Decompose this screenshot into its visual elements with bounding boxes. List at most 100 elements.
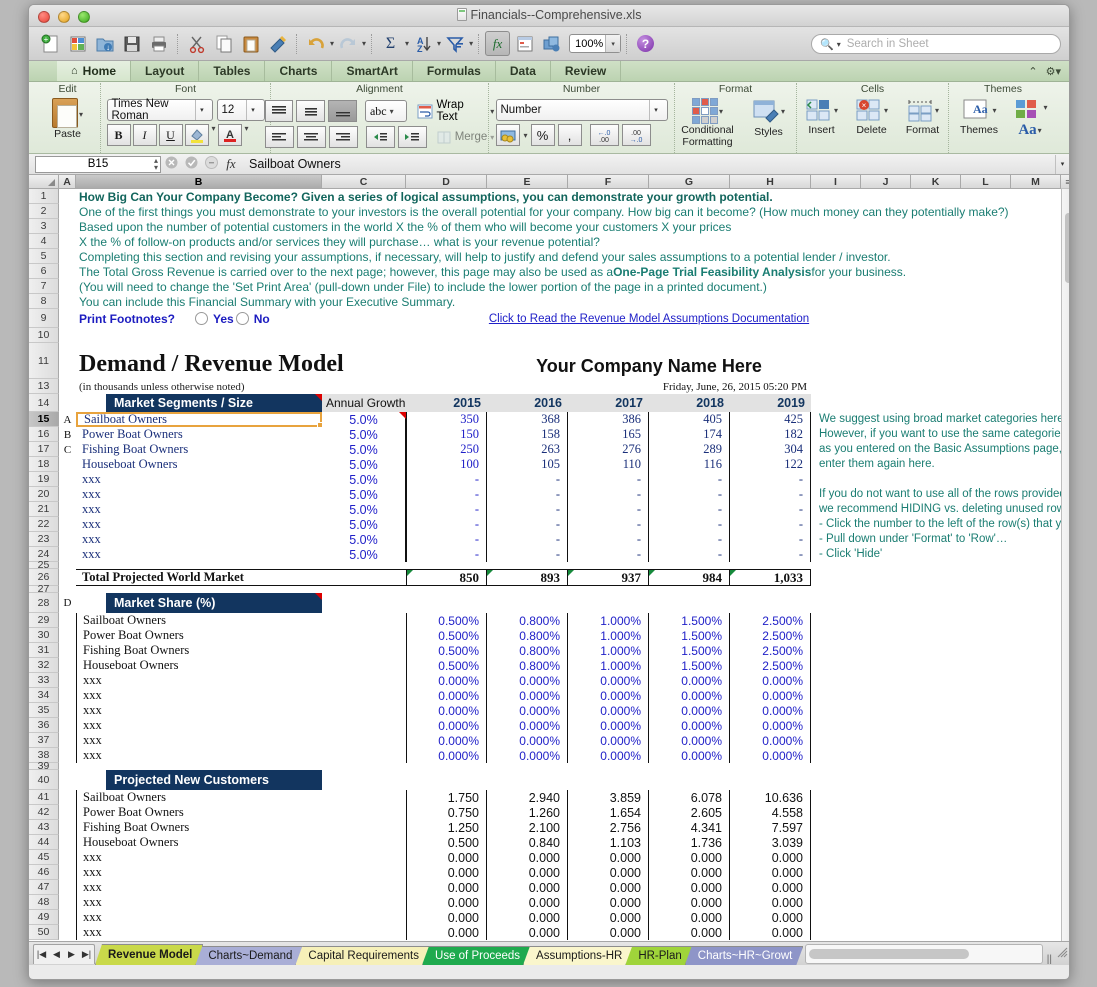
row-header[interactable]: 9: [29, 309, 59, 328]
styles-dropdown-icon[interactable]: ▾: [781, 107, 785, 116]
market-share-value[interactable]: 0.000%: [406, 688, 487, 703]
segment-name[interactable]: Sailboat Owners: [76, 412, 322, 427]
market-size-value[interactable]: -: [649, 547, 730, 562]
growth-rate[interactable]: 5.0%: [322, 547, 406, 562]
new-customers-value[interactable]: 0.000: [649, 865, 730, 880]
market-share-value[interactable]: 0.500%: [406, 658, 487, 673]
segment-letter[interactable]: [59, 457, 76, 472]
market-share-value[interactable]: 1.000%: [568, 658, 649, 673]
new-customers-value[interactable]: 6.078: [649, 790, 730, 805]
market-share-name[interactable]: Sailboat Owners: [76, 613, 322, 628]
market-share-name[interactable]: xxx: [76, 733, 322, 748]
market-share-value[interactable]: 1.000%: [568, 613, 649, 628]
new-customers-name[interactable]: Power Boat Owners: [76, 805, 322, 820]
new-customers-value[interactable]: 0.000: [568, 925, 649, 940]
market-size-value[interactable]: 350: [406, 412, 487, 427]
new-customers-name[interactable]: xxx: [76, 910, 322, 925]
market-share-value[interactable]: 0.000%: [406, 673, 487, 688]
horizontal-scroll-thumb[interactable]: [809, 949, 969, 959]
sort-dropdown-icon[interactable]: ▾: [437, 39, 441, 48]
market-size-value[interactable]: -: [568, 502, 649, 517]
market-size-value[interactable]: -: [649, 532, 730, 547]
row-header[interactable]: 41: [29, 790, 59, 805]
search-dropdown-icon[interactable]: ▾: [837, 40, 841, 49]
row-header[interactable]: 35: [29, 703, 59, 718]
row-header[interactable]: 34: [29, 688, 59, 703]
align-right-button[interactable]: [329, 126, 358, 148]
col-header-H[interactable]: H: [730, 175, 811, 189]
new-customers-value[interactable]: 0.000: [649, 880, 730, 895]
new-customers-value[interactable]: 0.000: [406, 850, 487, 865]
growth-rate[interactable]: 5.0%: [322, 487, 406, 502]
font-family-dropdown-icon[interactable]: ▾: [195, 100, 207, 120]
insert-cells-dropdown-icon[interactable]: ▾: [834, 106, 838, 115]
market-share-value[interactable]: 0.000%: [487, 688, 568, 703]
font-color-button[interactable]: A: [218, 124, 242, 146]
font-size-select[interactable]: 12 ▾: [217, 99, 265, 121]
market-share-name[interactable]: xxx: [76, 748, 322, 763]
table-header-segments[interactable]: Market Segments / Size: [106, 394, 322, 412]
market-share-value[interactable]: 0.000%: [649, 718, 730, 733]
new-customers-value[interactable]: 7.597: [730, 820, 811, 835]
market-size-value[interactable]: 110: [568, 457, 649, 472]
row-header[interactable]: 4: [29, 234, 59, 249]
intro-text-row[interactable]: You can include this Financial Summary w…: [76, 294, 996, 309]
new-customers-value[interactable]: 0.000: [730, 895, 811, 910]
col-header-F[interactable]: F: [568, 175, 649, 189]
total-value[interactable]: 893: [487, 569, 568, 586]
comma-format-button[interactable]: ,: [558, 124, 582, 146]
new-customers-value[interactable]: 0.000: [487, 895, 568, 910]
segment-name[interactable]: xxx: [76, 532, 322, 547]
new-customers-value[interactable]: 0.000: [568, 850, 649, 865]
market-share-header[interactable]: Market Share (%): [106, 593, 322, 613]
filter-icon[interactable]: [442, 31, 467, 56]
col-header-D[interactable]: D: [406, 175, 487, 189]
select-all-corner[interactable]: [29, 175, 59, 189]
growth-rate[interactable]: 5.0%: [322, 442, 406, 457]
help-button[interactable]: ?: [633, 31, 658, 56]
market-share-name[interactable]: Fishing Boat Owners: [76, 643, 322, 658]
new-customers-value[interactable]: 1.750: [406, 790, 487, 805]
format-painter-icon[interactable]: [265, 31, 290, 56]
sheet-tab[interactable]: Revenue Model: [95, 944, 203, 965]
tab-smartart[interactable]: SmartArt: [332, 61, 412, 81]
market-size-value[interactable]: -: [730, 502, 811, 517]
market-share-value[interactable]: 0.000%: [487, 718, 568, 733]
segment-letter[interactable]: [59, 517, 76, 532]
sheet-tab[interactable]: HR-Plan: [625, 946, 692, 965]
market-share-value[interactable]: 0.500%: [406, 643, 487, 658]
paste-dropdown-icon[interactable]: ▾: [79, 110, 83, 119]
orientation-button[interactable]: abc ▾: [365, 100, 407, 122]
align-bottom-button[interactable]: [328, 100, 357, 122]
sheet-tab[interactable]: Use of Proceeds: [422, 946, 531, 965]
row-header[interactable]: 25: [29, 562, 59, 569]
new-customers-value[interactable]: 0.000: [487, 925, 568, 940]
company-name[interactable]: Your Company Name Here: [487, 343, 811, 379]
market-size-value[interactable]: 182: [730, 427, 811, 442]
autosum-icon[interactable]: Σ: [378, 31, 403, 56]
segment-name[interactable]: Power Boat Owners: [76, 427, 322, 442]
new-customers-value[interactable]: 0.000: [406, 865, 487, 880]
percent-format-button[interactable]: %: [531, 124, 555, 146]
delete-cells-dropdown-icon[interactable]: ▾: [884, 106, 888, 115]
new-customers-value[interactable]: 3.859: [568, 790, 649, 805]
collapse-ribbon-icon[interactable]: ⌃: [1028, 65, 1037, 78]
new-customers-value[interactable]: 0.000: [406, 895, 487, 910]
row-header[interactable]: 14: [29, 394, 59, 412]
new-customers-value[interactable]: 2.100: [487, 820, 568, 835]
tab-data[interactable]: Data: [496, 61, 551, 81]
theme-fonts-dropdown-icon[interactable]: ▾: [1038, 126, 1042, 135]
vertical-scroll-track[interactable]: [1061, 189, 1070, 941]
align-middle-button[interactable]: [296, 100, 325, 122]
row-header[interactable]: 21: [29, 502, 59, 517]
merge-dropdown-icon[interactable]: ▾: [490, 133, 494, 142]
growth-rate[interactable]: 5.0%: [322, 457, 406, 472]
market-size-value[interactable]: -: [649, 502, 730, 517]
market-size-value[interactable]: 158: [487, 427, 568, 442]
italic-button[interactable]: I: [133, 124, 157, 146]
row-header[interactable]: 5: [29, 249, 59, 264]
last-sheet-icon[interactable]: ▶|: [79, 949, 94, 960]
row-header[interactable]: 36: [29, 718, 59, 733]
market-share-value[interactable]: 0.000%: [649, 673, 730, 688]
zoom-dropdown-icon[interactable]: ▾: [605, 35, 620, 52]
